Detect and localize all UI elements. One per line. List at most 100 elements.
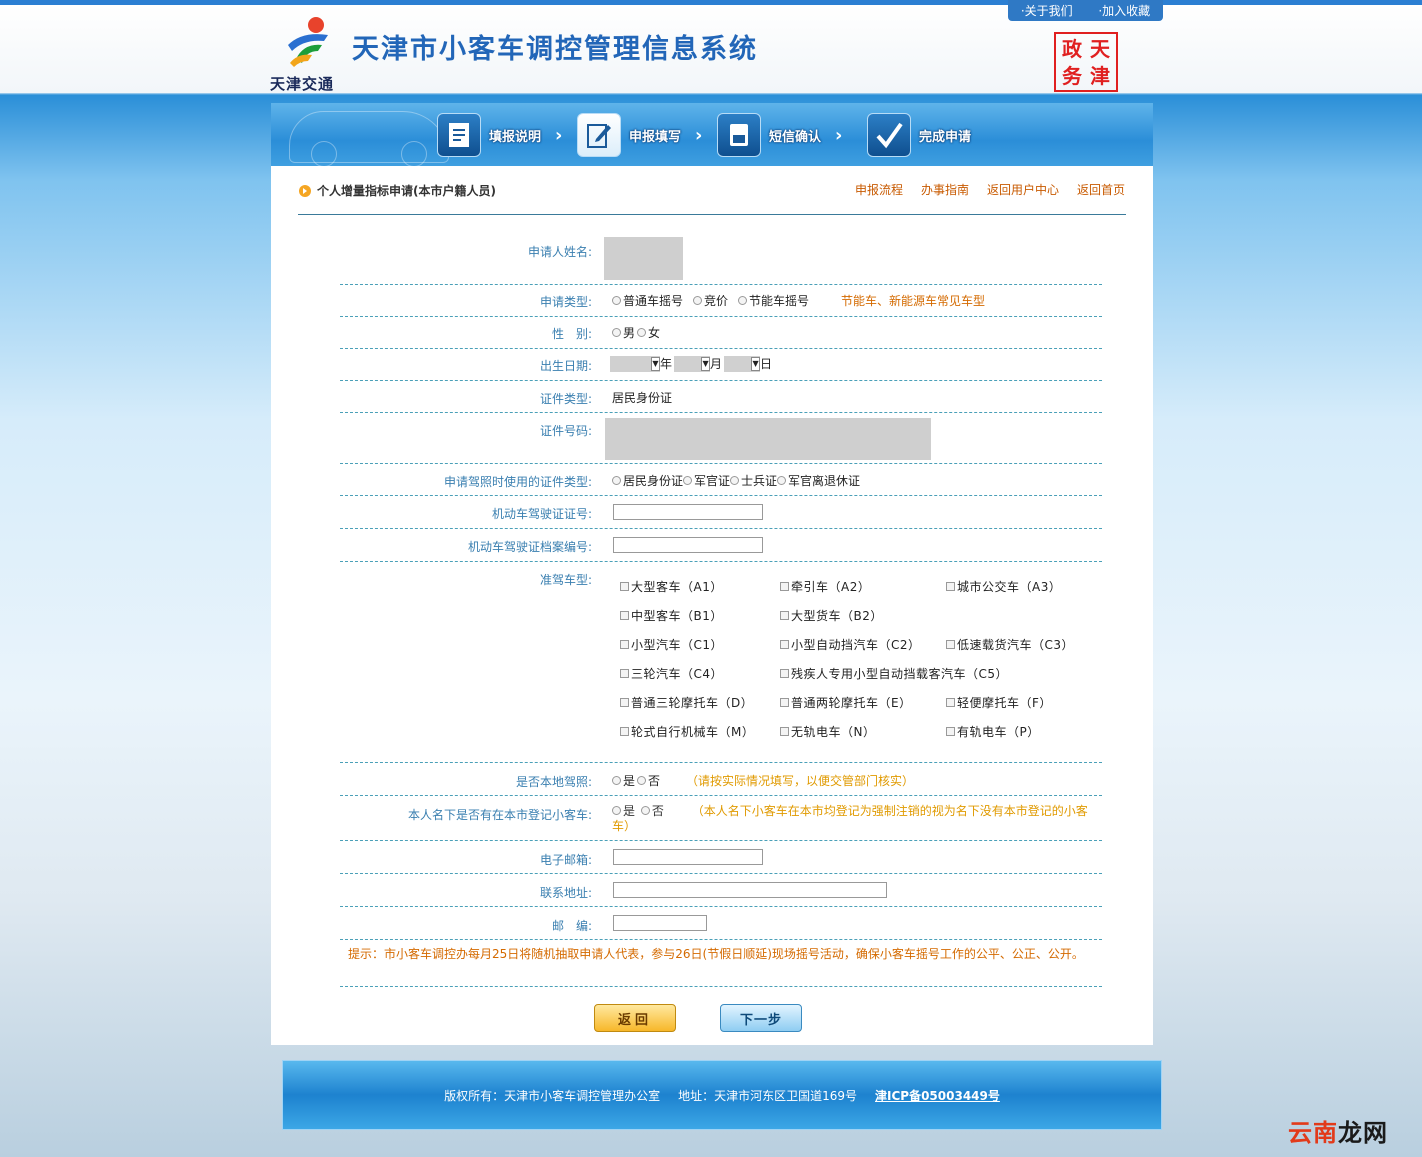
birth-date-label: 出生日期: — [539, 359, 592, 373]
vehicle-type-label: 普通两轮摩托车（E） — [791, 696, 912, 710]
email-input[interactable] — [613, 849, 763, 865]
license-id-type-options: 居民身份证 军官证 士兵证 军官离退休证 — [612, 472, 860, 489]
vehicle-type-label: 有轨电车（P） — [957, 725, 1040, 739]
page-title: 个人增量指标申请(本市户籍人员) — [299, 182, 496, 199]
radio-soldier-id[interactable] — [730, 476, 740, 485]
copyright-text: 版权所有：天津市小客车调控管理办公室 — [444, 1088, 661, 1103]
checkbox-item[interactable]: 小型汽车（C1） — [620, 636, 723, 653]
radio-eco-lottery[interactable] — [738, 296, 748, 305]
checkbox-item[interactable]: 牵引车（A2） — [780, 578, 870, 595]
checkbox[interactable] — [946, 698, 955, 707]
row-id-type: 证件类型: 居民身份证 — [340, 381, 1102, 413]
checkbox[interactable] — [946, 727, 955, 736]
radio-male[interactable] — [612, 328, 621, 337]
checkbox-item[interactable]: 轮式自行机械车（M） — [620, 723, 754, 740]
tianjin-transport-logo[interactable]: 天津交通 — [268, 15, 348, 93]
radio-officer-id[interactable] — [683, 476, 693, 485]
postcode-input[interactable] — [613, 915, 707, 931]
checkbox[interactable] — [620, 669, 629, 678]
logo-text: 天津交通 — [270, 75, 335, 93]
radio-yes[interactable] — [612, 806, 621, 815]
guide-link[interactable]: 办事指南 — [921, 181, 969, 198]
radio-female[interactable] — [637, 328, 647, 337]
address-text: 地址：天津市河东区卫国道169号 — [678, 1088, 858, 1103]
step-sms-confirm: 短信确认 › — [717, 113, 842, 157]
license-file-number-label: 机动车驾驶证档案编号: — [467, 540, 592, 554]
checkbox[interactable] — [780, 582, 789, 591]
eco-car-models-link[interactable]: 节能车、新能源车常见车型 — [841, 292, 985, 309]
radio-normal-lottery[interactable] — [612, 296, 621, 305]
about-us-link[interactable]: ·关于我们 — [1021, 2, 1073, 19]
checkbox-item[interactable]: 无轨电车（N） — [780, 723, 875, 740]
checkbox-item[interactable]: 残疾人专用小型自动挡载客汽车（C5） — [780, 665, 1008, 682]
birth-year-select[interactable]: ▼ — [610, 355, 660, 372]
checkbox[interactable] — [780, 727, 789, 736]
add-favorite-link[interactable]: ·加入收藏 — [1098, 2, 1150, 19]
checkbox-item[interactable]: 普通三轮摩托车（D） — [620, 694, 753, 711]
icp-link[interactable]: 津ICP备05003449号 — [875, 1087, 1000, 1104]
next-button[interactable]: 下一步 — [720, 1004, 802, 1032]
main-panel: 个人增量指标申请(本市户籍人员) 申报流程 办事指南 返回用户中心 返回首页 申… — [271, 166, 1153, 1045]
checkbox[interactable] — [780, 611, 789, 620]
checkbox-item[interactable]: 普通两轮摩托车（E） — [780, 694, 912, 711]
checkbox[interactable] — [946, 640, 955, 649]
site-title: 天津市小客车调控管理信息系统 — [352, 34, 758, 65]
id-type-label: 证件类型: — [539, 392, 592, 406]
email-label: 电子邮箱: — [539, 853, 592, 867]
checkbox-item[interactable]: 小型自动挡汽车（C2） — [780, 636, 921, 653]
checkbox[interactable] — [620, 582, 629, 591]
vehicle-type-label: 普通三轮摩托车（D） — [631, 696, 754, 710]
checkbox[interactable] — [620, 611, 629, 620]
checkbox[interactable] — [780, 669, 789, 678]
unit-label: 月 — [710, 357, 723, 371]
id-number-label: 证件号码: — [539, 424, 592, 438]
checkbox-item[interactable]: 大型客车（A1） — [620, 578, 723, 595]
checkbox-item[interactable]: 轻便摩托车（F） — [946, 694, 1052, 711]
apply-process-link[interactable]: 申报流程 — [855, 181, 903, 198]
checkbox[interactable] — [780, 640, 789, 649]
license-file-number-input[interactable] — [613, 537, 763, 553]
car-wheel-decoration — [401, 141, 427, 166]
checkbox[interactable] — [780, 698, 789, 707]
seal-char: 政 — [1062, 37, 1082, 61]
radio-retired-officer-id[interactable] — [777, 476, 787, 485]
page-title-text: 个人增量指标申请(本市户籍人员) — [317, 184, 496, 198]
radio-no[interactable] — [637, 776, 647, 785]
step-complete: 完成申请 — [867, 113, 971, 157]
home-link[interactable]: 返回首页 — [1077, 181, 1125, 198]
checkbox[interactable] — [620, 698, 629, 707]
chevron-right-icon: › — [835, 124, 843, 146]
dropdown-arrow-icon: ▼ — [701, 356, 711, 371]
checkbox[interactable] — [620, 640, 629, 649]
checkbox-item[interactable]: 低速载货汽车（C3） — [946, 636, 1074, 653]
vehicle-type-label: 无轨电车（N） — [791, 725, 876, 739]
birth-day-select[interactable]: ▼ — [724, 355, 761, 372]
site-header: 天津交通 天津市小客车调控管理信息系统 政 天 务 津 — [0, 5, 1422, 93]
address-input[interactable] — [613, 882, 887, 898]
row-vehicle-types: 准驾车型: 大型客车（A1） 牵引车（A2） 城市公交车（A3） 中型客车（B1… — [340, 562, 1102, 763]
unit-label: 年 — [660, 357, 673, 371]
radio-bidding[interactable] — [693, 296, 703, 305]
back-button[interactable]: 返回 — [594, 1004, 676, 1032]
radio-no[interactable] — [640, 806, 650, 815]
checkbox-item[interactable]: 大型货车（B2） — [780, 607, 883, 624]
step-fill-instructions: 填报说明 › — [437, 113, 562, 157]
license-number-input[interactable] — [613, 504, 763, 520]
birth-month-select[interactable]: ▼ — [674, 355, 711, 372]
row-tip: 提示：市小客车调控办每月25日将随机抽取申请人代表，参与26日(节假日顺延)现场… — [340, 940, 1102, 987]
checkbox[interactable] — [946, 582, 955, 591]
checkbox-item[interactable]: 城市公交车（A3） — [946, 578, 1061, 595]
radio-yes[interactable] — [612, 776, 621, 785]
edit-icon — [577, 113, 621, 157]
checkbox[interactable] — [620, 727, 629, 736]
user-center-link[interactable]: 返回用户中心 — [987, 181, 1059, 198]
option-label: 男 — [623, 326, 636, 340]
checkbox-item[interactable]: 三轮汽车（C4） — [620, 665, 723, 682]
checkbox-item[interactable]: 中型客车（B1） — [620, 607, 723, 624]
checkbox-item[interactable]: 有轨电车（P） — [946, 723, 1040, 740]
site-footer: 版权所有：天津市小客车调控管理办公室 地址：天津市河东区卫国道169号 津ICP… — [282, 1060, 1162, 1130]
radio-resident-id[interactable] — [612, 476, 621, 485]
government-seal-logo[interactable]: 政 天 务 津 — [1054, 32, 1118, 92]
watermark-black: 龙网 — [1338, 1118, 1388, 1147]
step-label: 申报填写 — [629, 129, 682, 145]
